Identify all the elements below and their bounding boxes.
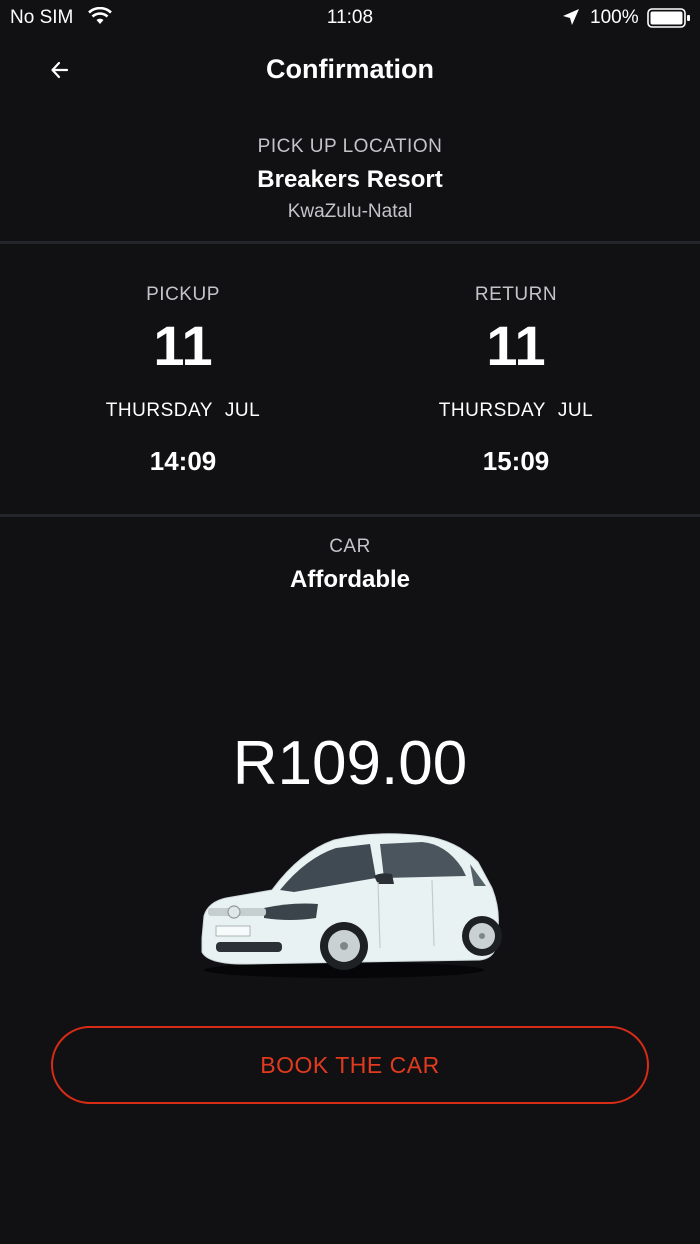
return-weekday-month: THURSDAY JUL bbox=[391, 400, 641, 422]
car-category: Affordable bbox=[290, 566, 410, 593]
book-car-label: BOOK THE CAR bbox=[260, 1051, 440, 1078]
return-date-block: RETURN 11 THURSDAY JUL 15:09 bbox=[391, 284, 641, 477]
return-day: 11 bbox=[486, 314, 546, 377]
return-time: 15:09 bbox=[482, 446, 550, 476]
car-image bbox=[194, 818, 506, 982]
book-car-button[interactable]: BOOK THE CAR bbox=[51, 1026, 649, 1104]
pickup-location-name: Breakers Resort bbox=[257, 166, 443, 193]
car-label: CAR bbox=[329, 536, 371, 557]
pickup-date-block: PICKUP 11 THURSDAY JUL 14:09 bbox=[58, 284, 308, 477]
divider bbox=[0, 514, 700, 517]
divider bbox=[0, 241, 700, 244]
battery-icon bbox=[647, 8, 691, 34]
pickup-location-region: KwaZulu-Natal bbox=[287, 201, 413, 222]
nav-bar: Confirmation bbox=[0, 42, 700, 102]
return-weekday: THURSDAY bbox=[438, 400, 546, 421]
pickup-weekday-month: THURSDAY JUL bbox=[58, 400, 308, 422]
location-arrow-icon bbox=[562, 8, 580, 32]
pickup-time: 14:09 bbox=[149, 446, 217, 476]
pickup-day: 11 bbox=[153, 314, 213, 377]
return-month: JUL bbox=[557, 400, 594, 421]
status-bar: No SIM 11:08 100% bbox=[0, 0, 700, 36]
pickup-location-label: PICK UP LOCATION bbox=[257, 136, 443, 157]
pickup-weekday: THURSDAY bbox=[105, 400, 213, 421]
pickup-month: JUL bbox=[224, 400, 261, 421]
page-title: Confirmation bbox=[266, 54, 434, 84]
pickup-label: PICKUP bbox=[146, 284, 220, 305]
battery-percent: 100% bbox=[590, 7, 639, 28]
return-label: RETURN bbox=[474, 284, 558, 305]
price: R109.00 bbox=[232, 729, 468, 798]
